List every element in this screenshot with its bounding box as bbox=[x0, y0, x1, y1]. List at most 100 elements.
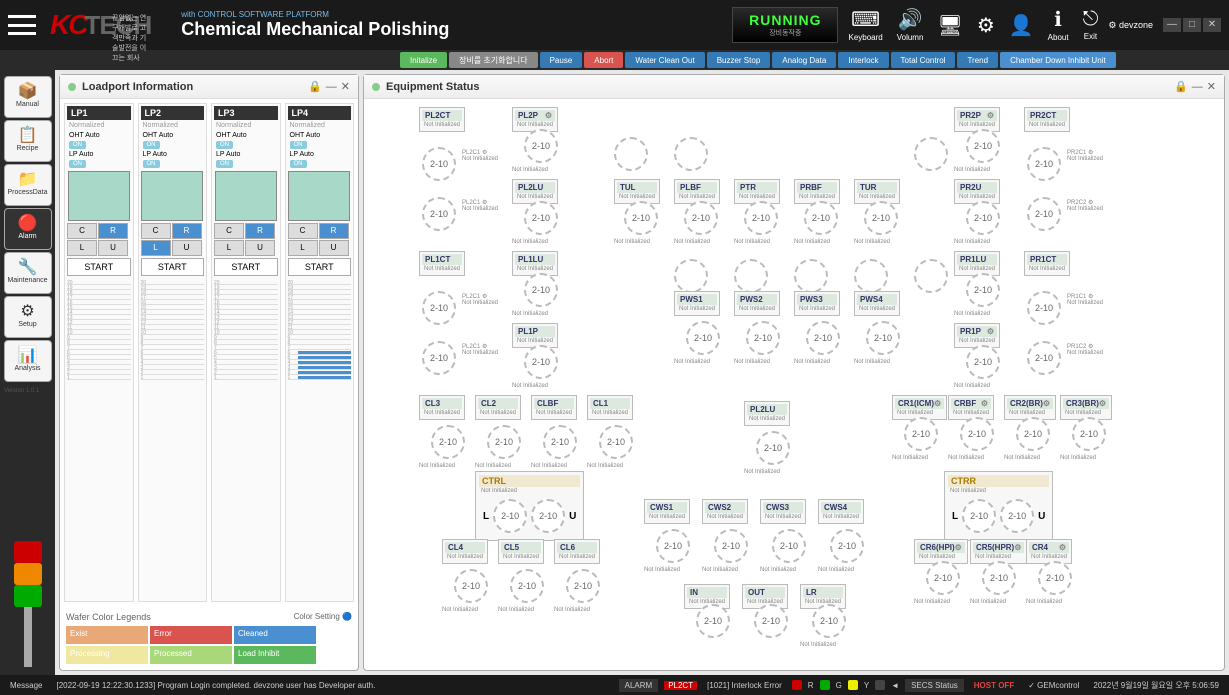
gem-control[interactable]: ✓ GEMcontrol bbox=[1024, 681, 1083, 690]
wafer-slot[interactable] bbox=[288, 171, 350, 221]
unit-cl6[interactable]: CL6Not Initialized bbox=[554, 539, 600, 564]
sidebar-maintenance[interactable]: 🔧Maintenance bbox=[4, 252, 52, 294]
wafer-circle[interactable]: 2-10 bbox=[624, 201, 658, 235]
c-button[interactable]: C bbox=[214, 223, 244, 239]
close-button[interactable]: ✕ bbox=[1203, 18, 1221, 32]
color-setting-button[interactable]: Color Setting 🔵 bbox=[294, 612, 352, 621]
unit-pl2ct[interactable]: PL2CTNot Initialized bbox=[419, 107, 465, 132]
wafer-slot[interactable] bbox=[68, 171, 130, 221]
wafer-circle[interactable]: 2-10 bbox=[684, 201, 718, 235]
wafer-circle[interactable]: 2-10 bbox=[754, 604, 788, 638]
start-button[interactable]: START bbox=[214, 258, 278, 276]
wafer-circle[interactable]: 2-10 bbox=[1016, 417, 1050, 451]
unit-pws2[interactable]: PWS2Not Initialized bbox=[734, 291, 780, 316]
lp-on-toggle[interactable]: ON bbox=[290, 160, 307, 168]
volumn-icon[interactable]: 🔊Volumn bbox=[897, 7, 924, 43]
wafer-circle[interactable]: 2-10 bbox=[599, 425, 633, 459]
wafer-circle[interactable]: 2-10 bbox=[1072, 417, 1106, 451]
wafer-circle[interactable]: 2-10 bbox=[926, 561, 960, 595]
unit-cl5[interactable]: CL5Not Initialized bbox=[498, 539, 544, 564]
unit-cws4[interactable]: CWS4Not Initialized bbox=[818, 499, 864, 524]
oht-on-toggle[interactable]: ON bbox=[143, 141, 160, 149]
wafer-circle[interactable]: 2-10 bbox=[422, 197, 456, 231]
unit-cl1[interactable]: CL1Not Initialized bbox=[587, 395, 633, 420]
u-button[interactable]: U bbox=[319, 240, 349, 256]
-icon[interactable]: ⚙ bbox=[977, 13, 995, 38]
wafer-circle[interactable] bbox=[674, 137, 708, 171]
oht-on-toggle[interactable]: ON bbox=[290, 141, 307, 149]
wafer-circle[interactable]: 2-10 bbox=[966, 201, 1000, 235]
unit-pr1ct[interactable]: PR1CTNot Initialized bbox=[1024, 251, 1070, 276]
unit-pl1ct[interactable]: PL1CTNot Initialized bbox=[419, 251, 465, 276]
wafer-circle[interactable] bbox=[734, 259, 768, 293]
wafer-circle[interactable]: 2-10 bbox=[866, 321, 900, 355]
wafer-circle[interactable]: 2-10 bbox=[510, 569, 544, 603]
toolbar-interlock[interactable]: Interlock bbox=[838, 52, 888, 68]
wafer-circle[interactable] bbox=[794, 259, 828, 293]
-icon[interactable]: 🖥 bbox=[937, 13, 962, 38]
alarm-unit[interactable]: PL2CT bbox=[664, 681, 697, 690]
toolbar-initalize[interactable]: Initalize bbox=[400, 52, 447, 68]
wafer-circle[interactable]: 2-10 bbox=[422, 147, 456, 181]
wafer-circle[interactable]: 2-10 bbox=[756, 431, 790, 465]
u-button[interactable]: U bbox=[98, 240, 128, 256]
lock-icon[interactable]: 🔒 bbox=[308, 80, 322, 93]
start-button[interactable]: START bbox=[288, 258, 352, 276]
lp-on-toggle[interactable]: ON bbox=[69, 160, 86, 168]
maximize-button[interactable]: □ bbox=[1183, 18, 1201, 32]
wafer-circle[interactable]: 2-10 bbox=[714, 529, 748, 563]
wafer-circle[interactable]: 2-10 bbox=[812, 604, 846, 638]
wafer-circle[interactable]: 2-10 bbox=[864, 201, 898, 235]
unit-cl2[interactable]: CL2Not Initialized bbox=[475, 395, 521, 420]
wafer-circle[interactable]: 2-10 bbox=[656, 529, 690, 563]
lp-on-toggle[interactable]: ON bbox=[143, 160, 160, 168]
unit-pl2lu[interactable]: PL2LUNot Initialized bbox=[744, 401, 790, 426]
lp-on-toggle[interactable]: ON bbox=[216, 160, 233, 168]
r-button[interactable]: R bbox=[319, 223, 349, 239]
oht-on-toggle[interactable]: ON bbox=[216, 141, 233, 149]
unit-pr2ct[interactable]: PR2CTNot Initialized bbox=[1024, 107, 1070, 132]
toolbar-water-clean-out[interactable]: Water Clean Out bbox=[625, 52, 704, 68]
wafer-slot[interactable] bbox=[215, 171, 277, 221]
wafer-circle[interactable]: 2-10 bbox=[696, 604, 730, 638]
wafer-circle[interactable]: 2-10 bbox=[830, 529, 864, 563]
wafer-circle[interactable]: 2-10 bbox=[524, 129, 558, 163]
minimize-button[interactable]: — bbox=[1163, 18, 1181, 32]
wafer-circle[interactable]: 2-10 bbox=[686, 321, 720, 355]
wafer-circle[interactable]: 2-10 bbox=[543, 425, 577, 459]
wafer-circle[interactable]: 2-10 bbox=[806, 321, 840, 355]
wafer-circle[interactable]: 2-10 bbox=[524, 345, 558, 379]
sidebar-analysis[interactable]: 📊Analysis bbox=[4, 340, 52, 382]
start-button[interactable]: START bbox=[141, 258, 205, 276]
unit-cws1[interactable]: CWS1Not Initialized bbox=[644, 499, 690, 524]
wafer-circle[interactable] bbox=[674, 259, 708, 293]
about-icon[interactable]: ℹAbout bbox=[1048, 7, 1069, 43]
r-button[interactable]: R bbox=[245, 223, 275, 239]
toolbar-analog-data[interactable]: Analog Data bbox=[772, 52, 836, 68]
wafer-circle[interactable]: 2-10 bbox=[454, 569, 488, 603]
wafer-circle[interactable]: 2-10 bbox=[524, 273, 558, 307]
exit-icon[interactable]: ⎋Exit bbox=[1083, 8, 1099, 42]
hamburger-menu[interactable] bbox=[8, 15, 36, 35]
wafer-circle[interactable]: 2-10 bbox=[422, 341, 456, 375]
secs-status[interactable]: SECS Status bbox=[905, 679, 964, 692]
ctrr-box[interactable]: CTRRNot InitializedL2-102-10U bbox=[944, 471, 1053, 541]
wafer-circle[interactable]: 2-10 bbox=[487, 425, 521, 459]
u-button[interactable]: U bbox=[245, 240, 275, 256]
toolbar-trend[interactable]: Trend bbox=[957, 52, 998, 68]
l-button[interactable]: L bbox=[67, 240, 97, 256]
unit-cl3[interactable]: CL3Not Initialized bbox=[419, 395, 465, 420]
toolbar-abort[interactable]: Abort bbox=[584, 52, 623, 68]
unit-pws1[interactable]: PWS1Not Initialized bbox=[674, 291, 720, 316]
start-button[interactable]: START bbox=[67, 258, 131, 276]
keyboard-icon[interactable]: ⌨Keyboard bbox=[848, 7, 882, 43]
minimize-icon[interactable]: — bbox=[1192, 81, 1203, 93]
sidebar-setup[interactable]: ⚙Setup bbox=[4, 296, 52, 338]
wafer-circle[interactable]: 2-10 bbox=[1038, 561, 1072, 595]
l-button[interactable]: L bbox=[141, 240, 171, 256]
wafer-circle[interactable]: 2-10 bbox=[960, 417, 994, 451]
sidebar-manual[interactable]: 📦Manual bbox=[4, 76, 52, 118]
wafer-circle[interactable]: 2-10 bbox=[772, 529, 806, 563]
wafer-circle[interactable] bbox=[914, 259, 948, 293]
unit-pws4[interactable]: PWS4Not Initialized bbox=[854, 291, 900, 316]
